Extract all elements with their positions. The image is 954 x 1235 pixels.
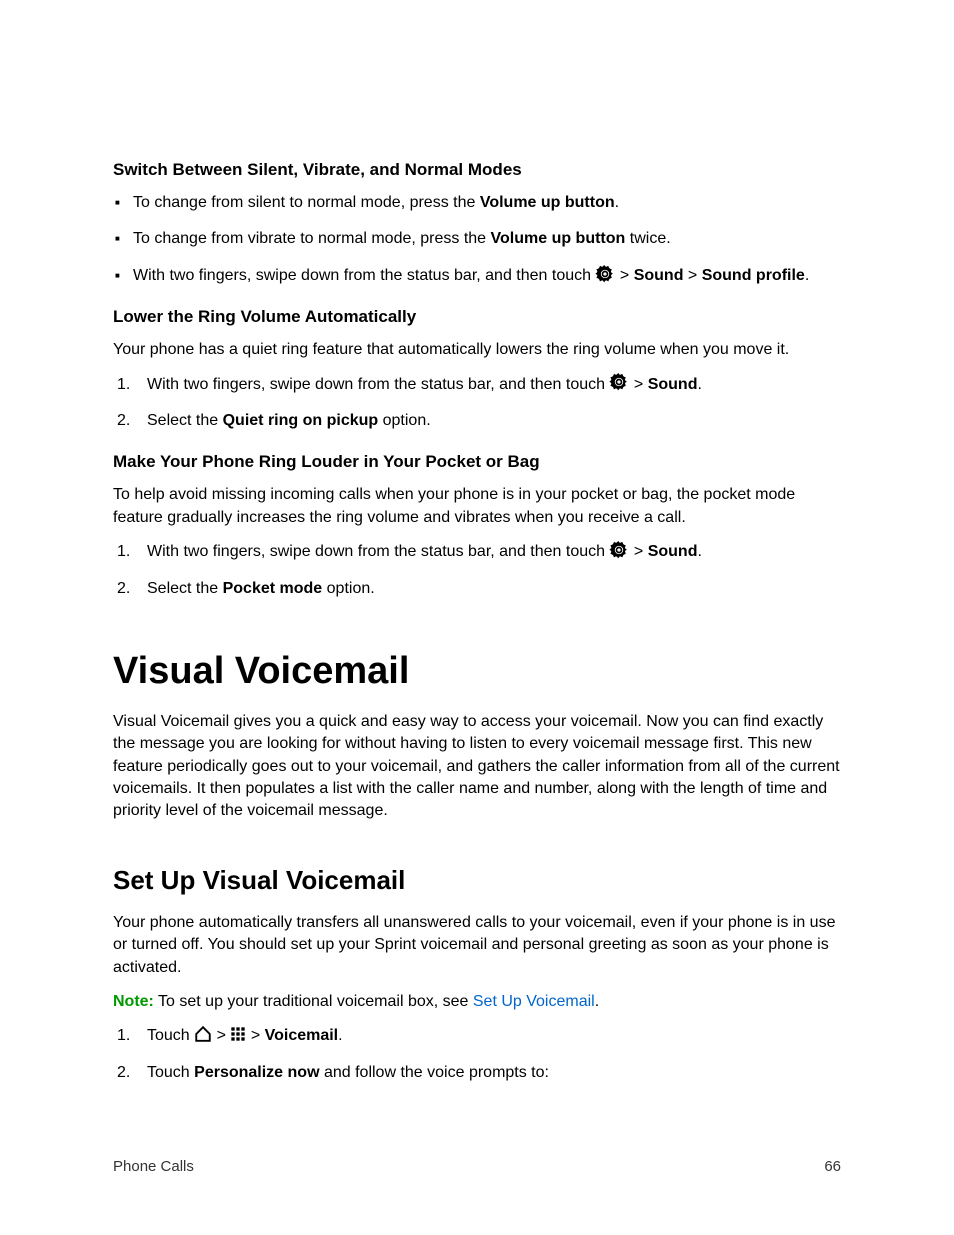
text-bold: Sound profile xyxy=(702,267,805,284)
settings-gear-icon xyxy=(595,264,615,284)
text-bold: Pocket mode xyxy=(223,580,323,597)
text: Select the xyxy=(147,412,223,429)
section-heading-pocket-bag: Make Your Phone Ring Louder in Your Pock… xyxy=(113,452,841,472)
text: With two fingers, swipe down from the st… xyxy=(147,376,609,393)
body-paragraph: Your phone has a quiet ring feature that… xyxy=(113,339,841,361)
text-bold: Personalize now xyxy=(194,1064,319,1081)
page-footer: Phone Calls 66 xyxy=(113,1158,841,1175)
text: option. xyxy=(378,412,430,429)
text-bold: Volume up button xyxy=(480,194,615,211)
text: With two fingers, swipe down from the st… xyxy=(133,267,595,284)
text: > xyxy=(629,543,647,560)
text: To change from vibrate to normal mode, p… xyxy=(133,230,491,247)
text-bold: Sound xyxy=(648,543,698,560)
text: and follow the voice prompts to: xyxy=(320,1064,549,1081)
text: Select the xyxy=(147,580,223,597)
list-item: Select the Pocket mode option. xyxy=(117,578,841,600)
switch-modes-list: To change from silent to normal mode, pr… xyxy=(113,192,841,287)
list-item: Touch Personalize now and follow the voi… xyxy=(117,1062,841,1084)
text: > xyxy=(615,267,633,284)
text: > xyxy=(246,1027,264,1044)
lower-ring-steps: With two fingers, swipe down from the st… xyxy=(113,374,841,433)
footer-page-number: 66 xyxy=(824,1158,841,1175)
list-item: To change from silent to normal mode, pr… xyxy=(133,192,841,214)
apps-grid-icon xyxy=(230,1026,246,1042)
text: . xyxy=(615,194,619,211)
text: > xyxy=(212,1027,230,1044)
setup-vv-steps: Touch > > Voicemail. Touch Personalize n… xyxy=(113,1025,841,1084)
body-paragraph: To help avoid missing incoming calls whe… xyxy=(113,484,841,529)
footer-section-name: Phone Calls xyxy=(113,1158,194,1175)
settings-gear-icon xyxy=(609,540,629,560)
text: . xyxy=(595,993,599,1010)
note-label: Note: xyxy=(113,993,154,1010)
home-icon xyxy=(194,1025,212,1043)
text: twice. xyxy=(625,230,670,247)
text-bold: Sound xyxy=(648,376,698,393)
section-heading-switch-modes: Switch Between Silent, Vibrate, and Norm… xyxy=(113,160,841,180)
text: . xyxy=(805,267,809,284)
page-title-visual-voicemail: Visual Voicemail xyxy=(113,650,841,693)
note-text: To set up your traditional voicemail box… xyxy=(154,993,473,1010)
list-item: With two fingers, swipe down from the st… xyxy=(117,374,841,396)
note-paragraph: Note: To set up your traditional voicema… xyxy=(113,991,841,1013)
list-item: With two fingers, swipe down from the st… xyxy=(133,265,841,287)
text: Touch xyxy=(147,1027,194,1044)
settings-gear-icon xyxy=(609,372,629,392)
text: . xyxy=(697,376,701,393)
pocket-bag-steps: With two fingers, swipe down from the st… xyxy=(113,541,841,600)
text: . xyxy=(697,543,701,560)
list-item: Touch > > Voicemail. xyxy=(117,1025,841,1047)
link-setup-voicemail[interactable]: Set Up Voicemail xyxy=(473,993,595,1010)
text: . xyxy=(338,1027,342,1044)
text-bold: Sound xyxy=(634,267,684,284)
text: > xyxy=(629,376,647,393)
text: option. xyxy=(322,580,374,597)
section-heading-lower-ring: Lower the Ring Volume Automatically xyxy=(113,307,841,327)
text: With two fingers, swipe down from the st… xyxy=(147,543,609,560)
text-bold: Voicemail xyxy=(265,1027,339,1044)
list-item: To change from vibrate to normal mode, p… xyxy=(133,228,841,250)
list-item: Select the Quiet ring on pickup option. xyxy=(117,410,841,432)
text: Touch xyxy=(147,1064,194,1081)
list-item: With two fingers, swipe down from the st… xyxy=(117,541,841,563)
section-title-setup-vv: Set Up Visual Voicemail xyxy=(113,865,841,896)
text: > xyxy=(683,267,701,284)
body-paragraph: Your phone automatically transfers all u… xyxy=(113,912,841,979)
body-paragraph: Visual Voicemail gives you a quick and e… xyxy=(113,711,841,823)
text-bold: Volume up button xyxy=(491,230,626,247)
text-bold: Quiet ring on pickup xyxy=(223,412,379,429)
text: To change from silent to normal mode, pr… xyxy=(133,194,480,211)
